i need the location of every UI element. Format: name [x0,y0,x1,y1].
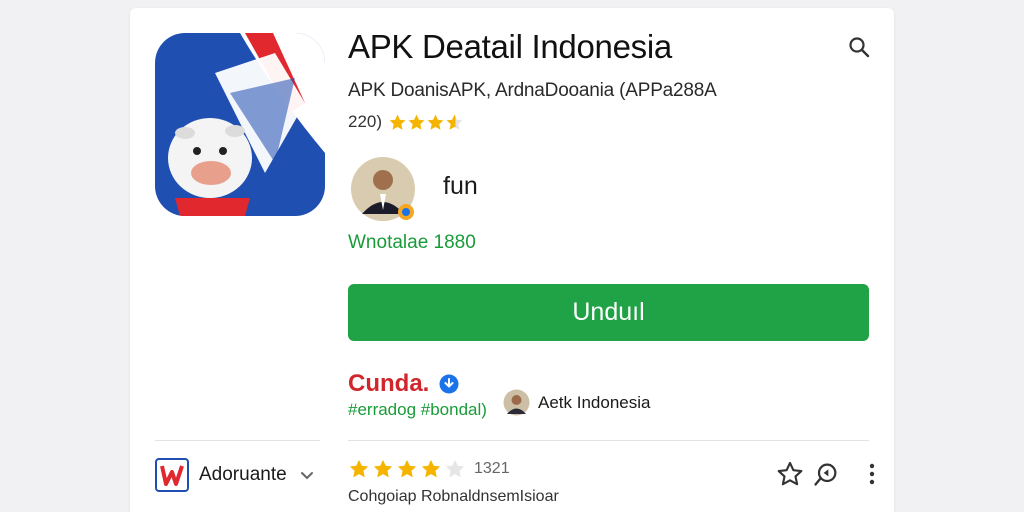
rating-stars [388,113,464,132]
brand-row: Cunda. [348,370,459,398]
app-icon [155,33,325,216]
publisher[interactable]: Aetk Indonesia [503,389,650,416]
rating-row: 220) [348,112,464,132]
search-icon [849,37,870,58]
search-button[interactable] [844,32,874,62]
star-icon [389,114,406,130]
app-title: APK Deatail Indonesia [348,28,672,65]
app-subtitle: APK DoanisAPK, ArdnaDooania (APPa288A [348,80,717,101]
brand-hashtag[interactable]: #erradog #bondal) [348,400,487,420]
downloads-count: Wnotalae 1880 [348,232,476,253]
star-icon [397,459,417,478]
star-empty-icon [445,459,465,478]
install-button[interactable]: Unduıl [348,284,869,341]
publisher-name: Aetk Indonesia [538,392,651,412]
divider [348,440,869,441]
action-bar [776,460,882,488]
star-icon [421,459,441,478]
developer-name[interactable]: fun [443,172,478,201]
star-outline-icon[interactable] [776,460,804,488]
chevron-down-icon [300,472,313,480]
review-count: 1321 [474,460,510,477]
review-stars [348,458,468,480]
brand-name[interactable]: Cunda. [348,370,429,398]
verified-icon [439,374,459,394]
review-summary: 1321 [348,458,510,480]
divider [155,440,320,441]
star-half-icon [446,114,463,130]
developer-avatar[interactable] [350,156,416,222]
review-text: Cohgoiap RobnaldnsemIsioar [348,488,559,505]
share-icon[interactable] [812,460,840,488]
category-label: Adoruante [199,464,287,485]
star-icon [408,114,425,130]
publisher-avatar [503,389,530,416]
rating-count: 220) [348,112,383,131]
category-logo-icon [155,458,189,492]
category-selector[interactable]: Adoruante [155,458,315,492]
more-vert-icon[interactable] [862,460,882,488]
star-icon [373,459,393,478]
star-icon [427,114,444,130]
star-icon [349,459,369,478]
